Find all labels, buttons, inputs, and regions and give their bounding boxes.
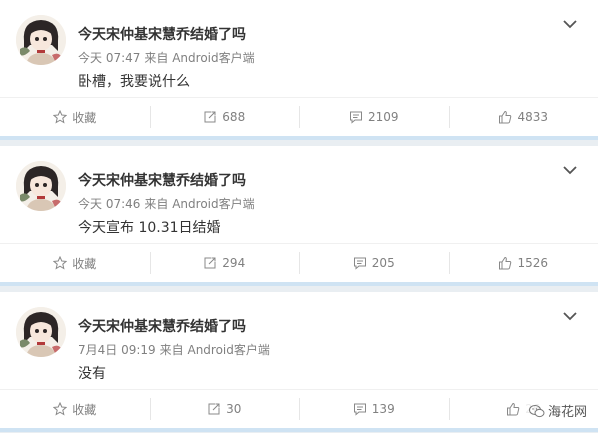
post-time[interactable]: 今天 07:46 <box>78 197 140 211</box>
avatar[interactable] <box>16 307 66 357</box>
post-time[interactable]: 今天 07:47 <box>78 51 140 65</box>
avatar-illustration-icon <box>16 307 66 357</box>
repost-button[interactable]: 294 <box>149 244 300 282</box>
avatar-illustration-icon <box>16 161 66 211</box>
favorite-label: 收藏 <box>72 256 97 271</box>
comment-button[interactable]: 139 <box>299 390 449 428</box>
comment-button[interactable]: 205 <box>299 244 449 282</box>
favorite-button[interactable]: 收藏 <box>0 390 150 428</box>
favorite-button[interactable]: 收藏 <box>0 244 150 282</box>
chevron-down-icon[interactable] <box>562 310 578 322</box>
username[interactable]: 今天宋仲基宋慧乔结婚了吗 <box>78 316 246 336</box>
comment-count: 2109 <box>367 110 399 124</box>
post-text: 卧槽，我要说什么 <box>78 74 190 90</box>
action-bar: 收藏 30 139 26 <box>0 389 598 428</box>
avatar[interactable] <box>16 161 66 211</box>
watermark: 海花网 <box>525 400 590 421</box>
post-body: 今天宋仲基宋慧乔结婚了吗 今天 07:47 来自 Android客户端 卧槽，我要… <box>0 0 598 97</box>
post-text: 今天宣布 10.31日结婚 <box>78 220 221 236</box>
post-meta: 7月4日 09:19 来自 Android客户端 <box>78 341 270 358</box>
thumbs-up-icon <box>499 256 512 270</box>
like-count: 1526 <box>517 256 549 270</box>
post-source: 来自 Android客户端 <box>144 197 255 211</box>
repost-count: 688 <box>222 110 246 124</box>
repost-count: 294 <box>222 256 246 270</box>
star-icon <box>53 110 68 124</box>
chevron-down-icon[interactable] <box>562 18 578 30</box>
action-bar: 收藏 688 2109 4833 <box>0 97 598 136</box>
post-body: 今天宋仲基宋慧乔结婚了吗 7月4日 09:19 来自 Android客户端 没有 <box>0 292 598 389</box>
comment-count: 139 <box>371 402 395 416</box>
avatar-illustration-icon <box>16 15 66 65</box>
post-source: 来自 Android客户端 <box>159 343 270 357</box>
post-time[interactable]: 7月4日 09:19 <box>78 343 156 357</box>
star-icon <box>53 256 68 270</box>
repost-count: 30 <box>226 402 242 416</box>
repost-icon <box>204 111 216 123</box>
comment-count: 205 <box>371 256 395 270</box>
watermark-text: 海花网 <box>547 405 587 420</box>
chevron-down-icon[interactable] <box>562 164 578 176</box>
post-card: 今天宋仲基宋慧乔结婚了吗 今天 07:46 来自 Android客户端 今天宣布 … <box>0 146 598 286</box>
repost-button[interactable]: 30 <box>149 390 300 428</box>
comment-button[interactable]: 2109 <box>299 98 449 136</box>
like-count: 4833 <box>517 110 549 124</box>
post-card: 今天宋仲基宋慧乔结婚了吗 今天 07:47 来自 Android客户端 卧槽，我要… <box>0 0 598 140</box>
post-text: 没有 <box>78 366 106 382</box>
comment-icon <box>353 257 366 270</box>
post-meta: 今天 07:47 来自 Android客户端 <box>78 49 255 66</box>
favorite-label: 收藏 <box>72 402 97 417</box>
star-icon <box>53 402 68 416</box>
like-button[interactable]: 1526 <box>448 244 598 282</box>
avatar[interactable] <box>16 15 66 65</box>
repost-icon <box>204 257 216 269</box>
post-source: 来自 Android客户端 <box>144 51 255 65</box>
post-meta: 今天 07:46 来自 Android客户端 <box>78 195 255 212</box>
repost-icon <box>208 403 220 415</box>
thumbs-up-icon <box>507 402 520 416</box>
favorite-label: 收藏 <box>72 110 97 125</box>
comment-icon <box>349 111 362 124</box>
repost-button[interactable]: 688 <box>149 98 300 136</box>
action-bar: 收藏 294 205 1526 <box>0 243 598 282</box>
like-button[interactable]: 4833 <box>448 98 598 136</box>
post-card: 今天宋仲基宋慧乔结婚了吗 7月4日 09:19 来自 Android客户端 没有 … <box>0 292 598 432</box>
weibo-feed: 今天宋仲基宋慧乔结婚了吗 今天 07:47 来自 Android客户端 卧槽，我要… <box>0 0 598 433</box>
username[interactable]: 今天宋仲基宋慧乔结婚了吗 <box>78 24 246 44</box>
comment-icon <box>353 403 366 416</box>
username[interactable]: 今天宋仲基宋慧乔结婚了吗 <box>78 170 246 190</box>
post-body: 今天宋仲基宋慧乔结婚了吗 今天 07:46 来自 Android客户端 今天宣布 … <box>0 146 598 243</box>
favorite-button[interactable]: 收藏 <box>0 98 150 136</box>
thumbs-up-icon <box>499 110 512 124</box>
wechat-icon <box>528 404 545 417</box>
